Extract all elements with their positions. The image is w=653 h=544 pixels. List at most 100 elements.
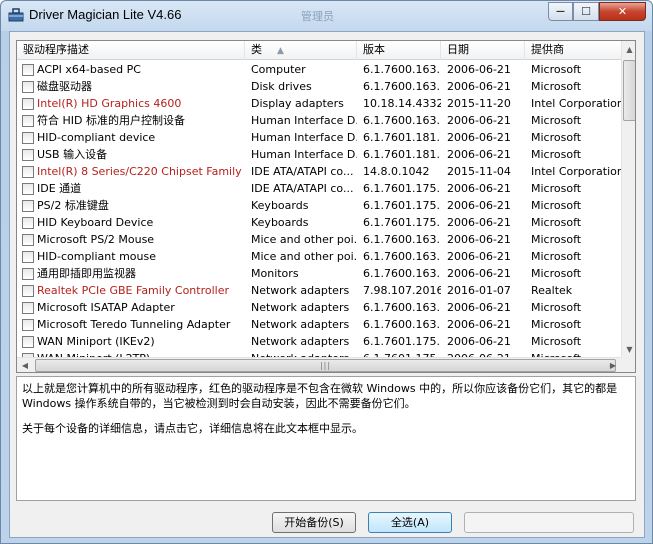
horizontal-scroll-thumb[interactable]: ||| [35,359,616,372]
cell-provider: Microsoft [531,199,582,212]
table-row[interactable]: 通用即插即用监视器 Monitors 6.1.7600.163... 2006-06-… [17,265,622,282]
table-row[interactable]: Microsoft ISATAP Adapter Network adapters… [17,299,622,316]
grip-icon: ||| [319,361,332,370]
column-header-date[interactable]: 日期 [441,41,525,60]
vertical-scrollbar[interactable]: ▲ ▼ [621,41,635,357]
maximize-button[interactable]: ☐ [573,2,599,21]
cell-version: 6.1.7600.163... [363,63,441,76]
cell-description: 通用即插即用监视器 [37,267,136,280]
cell-description: Microsoft Teredo Tunneling Adapter [37,318,231,331]
vertical-scroll-thumb[interactable] [623,60,635,121]
scroll-left-button[interactable]: ◀ [17,358,33,372]
cell-provider: Microsoft [531,318,582,331]
table-row[interactable]: Intel(R) HD Graphics 4600 Display adapter… [17,95,622,112]
cell-date: 2006-06-21 [447,148,511,161]
cell-version: 6.1.7601.181... [363,148,441,161]
scroll-down-button[interactable]: ▼ [622,341,635,357]
horizontal-scrollbar[interactable]: ◀ ||| ▶ [17,357,621,372]
cell-date: 2006-06-21 [447,233,511,246]
arrow-down-icon: ▼ [626,344,633,354]
cell-description: Microsoft ISATAP Adapter [37,301,175,314]
cell-description: ACPI x64-based PC [37,63,141,76]
select-all-button[interactable]: 全选(A) [368,512,452,533]
sort-ascending-icon: ▲ [277,46,284,56]
cell-class: Mice and other poi... [251,233,357,246]
table-row[interactable]: PS/2 标准键盘 Keyboards 6.1.7601.175... 2006-06… [17,197,622,214]
info-line-2: 关于每个设备的详细信息，请点击它，详细信息将在此文本框中显示。 [22,422,363,435]
cell-class: Monitors [251,267,299,280]
details-textbox[interactable]: 以上就是您计算机中的所有驱动程序，红色的驱动程序是不包含在微软 Windows … [16,376,636,501]
scroll-right-button[interactable]: ▶ [605,358,621,372]
cell-version: 6.1.7600.163... [363,114,441,127]
cell-provider: Microsoft [531,233,582,246]
cell-provider: Microsoft [531,250,582,263]
table-row[interactable]: Microsoft Teredo Tunneling Adapter Networ… [17,316,622,333]
cell-date: 2006-06-21 [447,182,511,195]
column-header-provider[interactable]: 提供商 [525,41,622,60]
window-title-ghost: 管理员 [301,10,334,23]
cell-version: 6.1.7601.175... [363,335,441,348]
column-header-version[interactable]: 版本 [357,41,441,60]
cell-class: IDE ATA/ATAPI co... [251,182,354,195]
close-button[interactable]: ✕ [599,2,646,21]
cell-date: 2006-06-21 [447,114,511,127]
column-header-description[interactable]: 驱动程序描述 [17,41,245,60]
cell-class: Network adapters [251,318,350,331]
cell-provider: Intel Corporation [531,165,622,178]
table-row[interactable]: Realtek PCIe GBE Family Controller Networ… [17,282,622,299]
cell-date: 2006-06-21 [447,199,511,212]
table-row[interactable]: HID Keyboard Device Keyboards 6.1.7601.175… [17,214,622,231]
arrow-left-icon: ◀ [21,361,29,370]
disabled-button[interactable] [464,512,634,533]
table-row[interactable]: Microsoft PS/2 Mouse Mice and other poi..… [17,231,622,248]
table-row[interactable]: HID-compliant device Human Interface D...… [17,129,622,146]
cell-description: HID-compliant mouse [37,250,156,263]
cell-version: 14.8.0.1042 [363,165,430,178]
cell-version: 6.1.7601.181... [363,131,441,144]
cell-description: HID-compliant device [37,131,156,144]
table-row[interactable]: HID-compliant mouse Mice and other poi...… [17,248,622,265]
table-row[interactable]: 磁盘驱动器 Disk drives 6.1.7600.163... 2006-06-2… [17,78,622,95]
cell-date: 2006-06-21 [447,250,511,263]
cell-version: 6.1.7600.163... [363,301,441,314]
table-row[interactable]: WAN Miniport (IKEv2) Network adapters 6.1.… [17,333,622,350]
cell-date: 2016-01-07 [447,284,511,297]
info-line-1: 以上就是您计算机中的所有驱动程序，红色的驱动程序是不包含在微软 Windows … [22,382,618,410]
cell-version: 7.98.107.2016 [363,284,441,297]
scrollbar-corner [621,357,635,372]
cell-provider: Microsoft [531,114,582,127]
table-row[interactable]: 符合 HID 标准的用户控制设备 Human Interface D... 6.1.… [17,112,622,129]
main-window: Driver Magician Lite V4.66 管理员 — ☐ ✕ 驱动程… [0,0,653,544]
cell-provider: Intel Corporation [531,97,622,110]
minimize-button[interactable]: — [548,2,573,21]
cell-provider: Microsoft [531,335,582,348]
cell-class: Disk drives [251,80,312,93]
cell-date: 2006-06-21 [447,131,511,144]
cell-version: 6.1.7600.163... [363,80,441,93]
cell-description: Intel(R) HD Graphics 4600 [37,97,182,110]
table-row[interactable]: Intel(R) 8 Series/C220 Chipset Family SA… [17,163,622,180]
cell-version: 10.18.14.4332 [363,97,441,110]
cell-class: Network adapters [251,301,350,314]
table-row[interactable]: USB 输入设备 Human Interface D... 6.1.7601.181… [17,146,622,163]
cell-date: 2006-06-21 [447,267,511,280]
table-row[interactable]: ACPI x64-based PC Computer 6.1.7600.163...… [17,61,622,78]
scroll-up-button[interactable]: ▲ [622,41,635,57]
table-row[interactable]: IDE 通道 IDE ATA/ATAPI co... 6.1.7601.175...… [17,180,622,197]
start-backup-button[interactable]: 开始备份(S) [272,512,356,533]
cell-date: 2006-06-21 [447,318,511,331]
cell-class: Human Interface D... [251,114,357,127]
cell-date: 2006-06-21 [447,216,511,229]
cell-version: 6.1.7600.163... [363,233,441,246]
arrow-up-icon: ▲ [626,44,633,54]
cell-description: HID Keyboard Device [37,216,154,229]
cell-class: Mice and other poi... [251,250,357,263]
cell-description: WAN Miniport (IKEv2) [37,335,155,348]
cell-date: 2006-06-21 [447,80,511,93]
driver-list[interactable]: 驱动程序描述 类 ▲ 版本 日期 提供商 ACPI x64-based PC Co… [16,40,636,373]
title-bar[interactable]: Driver Magician Lite V4.66 管理员 — ☐ ✕ [1,1,652,31]
cell-date: 2006-06-21 [447,63,511,76]
cell-provider: Microsoft [531,80,582,93]
cell-date: 2006-06-21 [447,301,511,314]
column-header-class[interactable]: 类 ▲ [245,41,357,60]
